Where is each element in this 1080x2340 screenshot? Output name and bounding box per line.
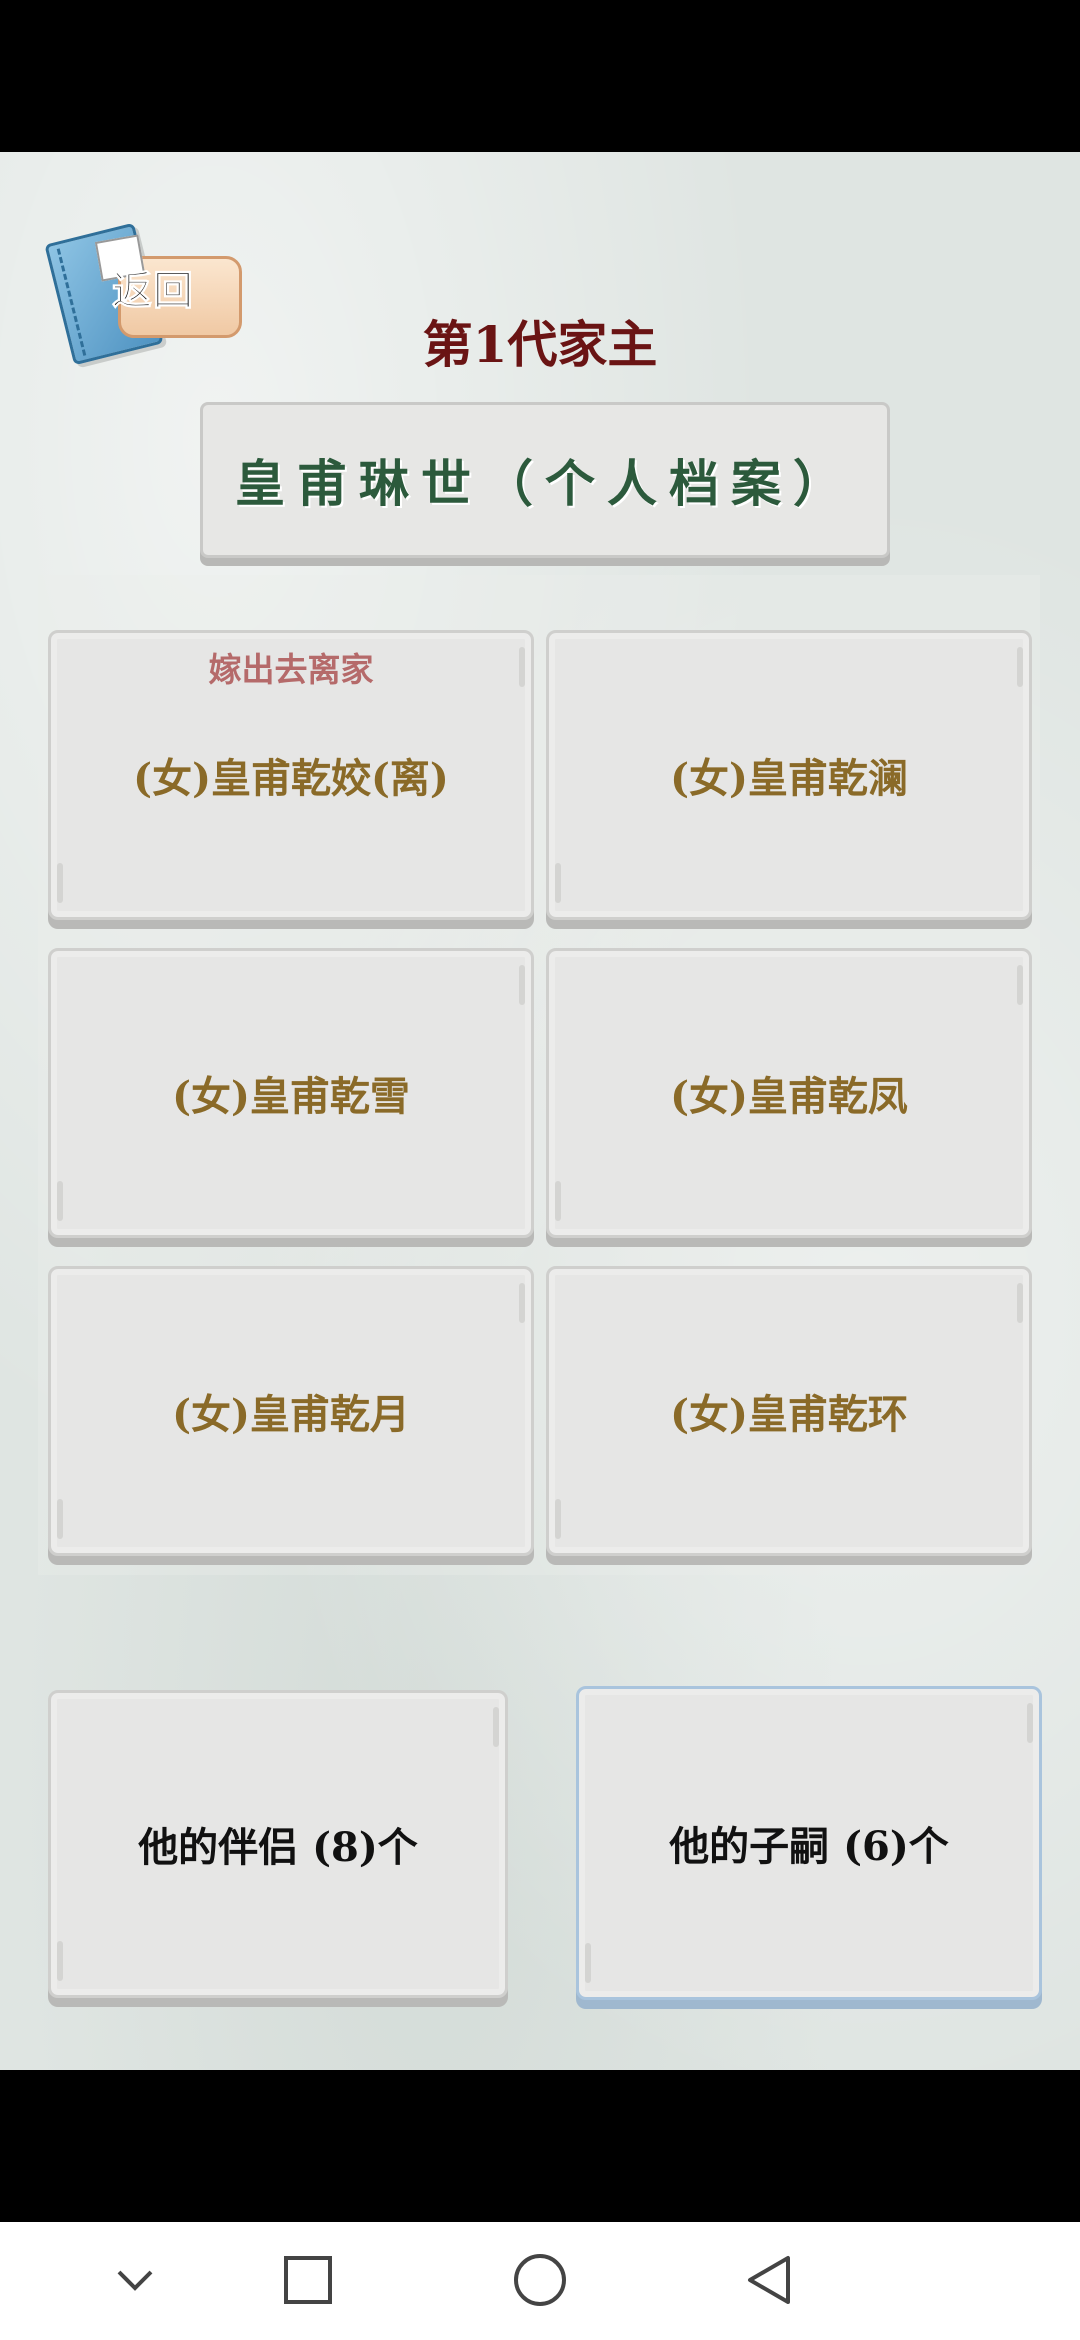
profile-button-label: 皇甫琳世（个人档案） [235,454,855,513]
bottom-spacer [0,2070,1080,2222]
partners-button-label: 他的伴侣 (8)个 [138,1824,418,1871]
child-card[interactable]: (女)皇甫乾环 [546,1266,1032,1556]
child-card[interactable]: (女)皇甫乾凤 [546,948,1032,1238]
circle-icon[interactable] [512,2252,568,2308]
children-button-label: 他的子嗣 (6)个 [669,1823,949,1870]
status-bar-area [0,0,1080,152]
child-name: (女)皇甫乾姣(离) [133,755,449,802]
child-status: 嫁出去离家 [208,650,374,689]
chevron-down-icon[interactable] [107,2252,163,2308]
child-name: (女)皇甫乾环 [670,1391,908,1438]
back-triangle-icon[interactable] [742,2252,798,2308]
child-card[interactable]: 嫁出去离家 (女)皇甫乾姣(离) [48,630,534,920]
partners-button[interactable]: 他的伴侣 (8)个 [48,1690,508,1998]
child-name: (女)皇甫乾雪 [172,1073,410,1120]
child-card[interactable]: (女)皇甫乾澜 [546,630,1032,920]
children-button[interactable]: 他的子嗣 (6)个 [576,1686,1042,2000]
generation-title: 第1代家主 [422,315,658,374]
profile-button[interactable]: 皇甫琳世（个人档案） [200,402,890,558]
child-name: (女)皇甫乾月 [172,1391,410,1438]
child-card[interactable]: (女)皇甫乾月 [48,1266,534,1556]
square-icon[interactable] [280,2252,336,2308]
child-card[interactable]: (女)皇甫乾雪 [48,948,534,1238]
child-name: (女)皇甫乾凤 [670,1073,908,1120]
child-name: (女)皇甫乾澜 [670,755,908,802]
